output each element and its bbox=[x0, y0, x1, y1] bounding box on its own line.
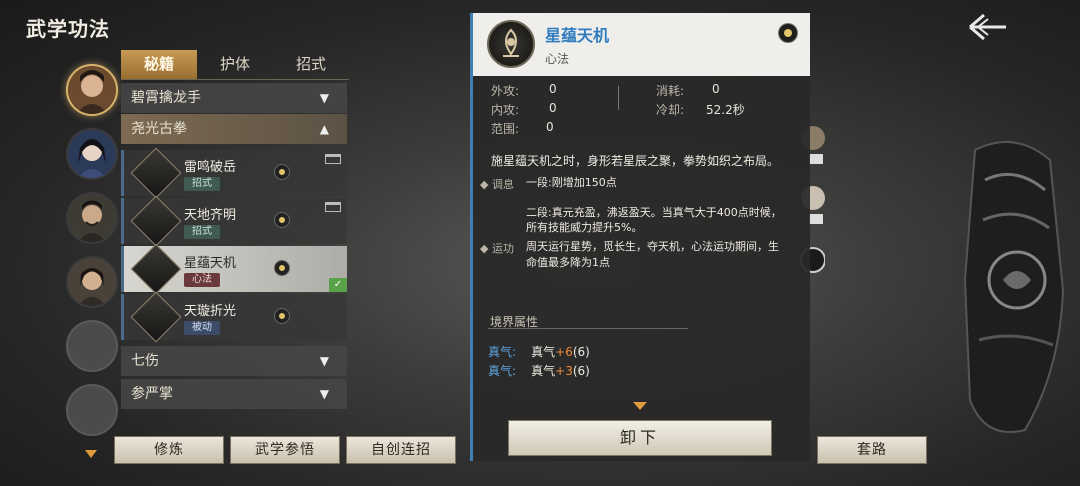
currency-icon bbox=[778, 23, 798, 43]
skill-emblem-icon bbox=[487, 20, 535, 68]
unequip-button[interactable]: 卸下 bbox=[508, 420, 772, 456]
scroll-down-icon[interactable] bbox=[632, 396, 648, 410]
cost-value: 0 bbox=[712, 82, 720, 96]
scroll-down-icon[interactable] bbox=[84, 444, 98, 458]
skill-type-badge: 被动 bbox=[184, 321, 220, 335]
book-page-icon bbox=[325, 154, 341, 164]
breath-line-1: 一段:刚增加150点 bbox=[526, 176, 617, 189]
skill-item-1[interactable]: 雷鸣破岳 招式 bbox=[121, 147, 347, 199]
custom-combo-button[interactable]: 自创连招 bbox=[346, 436, 456, 464]
stat-divider bbox=[618, 86, 619, 110]
currency-icon bbox=[274, 212, 290, 228]
skill-type-badge: 招式 bbox=[184, 177, 220, 191]
cost-label: 消耗: bbox=[656, 84, 685, 98]
skill-icon bbox=[130, 291, 182, 343]
empty-avatar-slot-2[interactable] bbox=[66, 384, 118, 436]
gauntlet-artwork bbox=[945, 130, 1075, 450]
skill-name: 天璇折光 bbox=[184, 304, 237, 319]
skill-detail-name: 星蕴天机 bbox=[545, 26, 610, 45]
range-value: 0 bbox=[546, 120, 554, 134]
skill-description: 施星蕴天机之时，身形若星辰之聚，拳势如织之布局。 bbox=[491, 154, 780, 168]
category-label: 参严掌 bbox=[131, 386, 173, 402]
chevron-down-icon: ▼ bbox=[319, 91, 329, 105]
realm-row-2: 真气: 真气+3(6) bbox=[488, 364, 590, 378]
skill-detail-panel bbox=[470, 13, 810, 461]
chevron-up-icon: ▲ bbox=[319, 122, 329, 136]
outer-attack-value: 0 bbox=[549, 82, 557, 96]
skill-tabs: 秘籍 护体 招式 bbox=[121, 50, 349, 80]
cooldown-value: 52.2秒 bbox=[706, 103, 745, 117]
realm-row-1: 真气: 真气+6(6) bbox=[488, 345, 590, 359]
category-canyan[interactable]: 参严掌 ▼ bbox=[121, 379, 347, 409]
chevron-down-icon: ▼ bbox=[319, 387, 329, 401]
tab-secret-books[interactable]: 秘籍 bbox=[121, 50, 197, 79]
skill-name: 雷鸣破岳 bbox=[184, 160, 237, 175]
outer-attack-label: 外攻: bbox=[491, 84, 520, 98]
cooldown-label: 冷却: bbox=[656, 103, 685, 117]
skill-icon bbox=[130, 195, 182, 247]
checkmark-icon: ✓ bbox=[329, 278, 347, 292]
category-yaoguang[interactable]: 尧光古拳 ▲ bbox=[121, 114, 347, 144]
character-avatar-1[interactable] bbox=[66, 64, 118, 116]
currency-icon bbox=[274, 164, 290, 180]
skill-item-4[interactable]: 天璇折光 被动 bbox=[121, 291, 347, 343]
routine-button[interactable]: 套路 bbox=[817, 436, 927, 464]
skill-name: 天地齐明 bbox=[184, 208, 237, 223]
inner-attack-value: 0 bbox=[549, 101, 557, 115]
category-label: 七伤 bbox=[131, 353, 159, 369]
category-label: 碧霄擒龙手 bbox=[131, 90, 201, 106]
category-bixiao[interactable]: 碧霄擒龙手 ▼ bbox=[121, 83, 347, 113]
category-label: 尧光古拳 bbox=[131, 121, 187, 137]
book-page-icon bbox=[325, 202, 341, 212]
breath-line-2: 二段:真元充盈，沸返盈天。当真气大于400点时候， bbox=[526, 206, 782, 219]
screen-title: 武学功法 bbox=[26, 17, 110, 41]
skill-name: 星蕴天机 bbox=[184, 256, 237, 271]
operate-line-2: 命值最多降为1点 bbox=[526, 256, 610, 269]
currency-icon bbox=[274, 308, 290, 324]
tab-moves[interactable]: 招式 bbox=[273, 50, 349, 79]
character-avatar-4[interactable] bbox=[66, 256, 118, 308]
skill-icon bbox=[130, 243, 182, 295]
skill-icon bbox=[130, 147, 182, 199]
character-avatar-3[interactable] bbox=[66, 192, 118, 244]
currency-icon bbox=[274, 260, 290, 276]
operate-tag: ◆ 运功 bbox=[480, 242, 514, 255]
chevron-down-icon: ▼ bbox=[319, 354, 329, 368]
skill-item-2[interactable]: 天地齐明 招式 bbox=[121, 195, 347, 247]
realm-divider bbox=[488, 328, 688, 329]
back-arrow-icon[interactable] bbox=[966, 12, 1010, 42]
empty-avatar-slot-1[interactable] bbox=[66, 320, 118, 372]
operate-line-1: 周天运行星势，觅长生，夺天机，心法运功期间，生 bbox=[526, 240, 779, 253]
category-qishang[interactable]: 七伤 ▼ bbox=[121, 346, 347, 376]
breath-line-3: 所有技能威力提升5%。 bbox=[526, 221, 643, 234]
range-label: 范围: bbox=[491, 122, 520, 136]
skill-detail-type: 心法 bbox=[545, 52, 570, 66]
tab-body-protection[interactable]: 护体 bbox=[197, 50, 273, 79]
martial-insight-button[interactable]: 武学参悟 bbox=[230, 436, 340, 464]
inner-attack-label: 内攻: bbox=[491, 103, 520, 117]
breath-tag: ◆ 调息 bbox=[480, 178, 514, 191]
cultivate-button[interactable]: 修炼 bbox=[114, 436, 224, 464]
character-avatar-2[interactable] bbox=[66, 128, 118, 180]
skill-item-3[interactable]: 星蕴天机 心法 ✓ bbox=[121, 243, 347, 295]
skill-type-badge: 心法 bbox=[184, 273, 220, 287]
skill-type-badge: 招式 bbox=[184, 225, 220, 239]
